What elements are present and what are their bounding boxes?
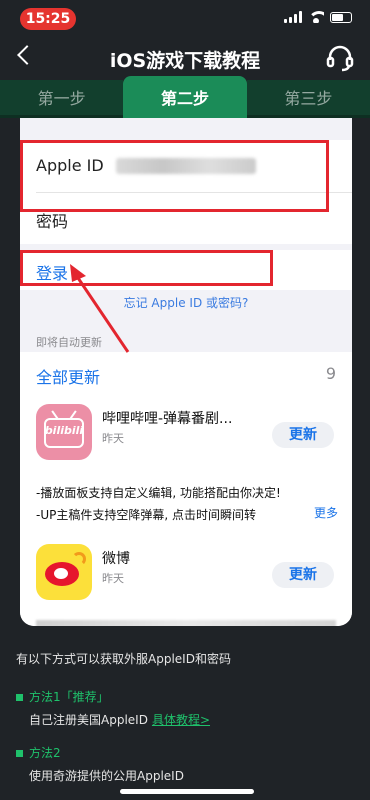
update-all-label: 全部更新 <box>36 368 101 387</box>
battery-icon <box>330 12 352 23</box>
signal-icon <box>284 11 302 23</box>
credentials-highlight <box>20 140 329 212</box>
wifi-icon <box>308 11 324 23</box>
bullet-icon <box>16 694 23 701</box>
headset-icon[interactable] <box>324 42 356 74</box>
app-date: 昨天 <box>102 572 124 585</box>
tutorial-link[interactable]: 具体教程> <box>152 713 210 727</box>
method-1: 方法1「推荐」 自己注册美国AppleID 具体教程> <box>16 688 356 728</box>
more-link: 更多 <box>309 504 338 521</box>
bilibili-icon: bilibili <box>36 404 92 460</box>
nav-bar: iOS游戏下载教程 <box>0 40 370 80</box>
status-bar: 15:25 <box>0 0 370 36</box>
release-note-line: -UP主稿件支持空降弹幕, 点击时间瞬间转 <box>36 508 256 522</box>
app-name: 哔哩哔哩-弹幕番剧... <box>102 411 233 427</box>
app-date: 昨天 <box>102 432 124 445</box>
cropped-text <box>36 620 336 626</box>
update-button: 更新 <box>272 422 334 448</box>
update-button: 更新 <box>272 562 334 588</box>
auto-update-label: 即将自动更新 <box>36 336 102 349</box>
tab-step-3[interactable]: 第三步 <box>246 80 370 118</box>
updates-section: 全部更新 9 bilibili 哔哩哔哩-弹幕番剧... 昨天 更新 -播放面板… <box>20 352 352 626</box>
tab-step-1[interactable]: 第一步 <box>0 80 124 118</box>
release-notes: -播放面板支持自定义编辑, 功能搭配由你决定! -UP主稿件支持空降弹幕, 点击… <box>36 482 340 526</box>
update-count: 9 <box>325 364 336 383</box>
weibo-icon <box>36 544 92 600</box>
page-title: iOS游戏下载教程 <box>109 50 261 72</box>
method-desc: 使用奇游提供的公用AppleID <box>29 769 184 783</box>
tab-step-2[interactable]: 第二步 <box>123 76 247 118</box>
method-title: 方法1「推荐」 <box>29 690 109 704</box>
status-time: 15:25 <box>20 8 76 30</box>
step-tabs: 第一步 第二步 第三步 <box>0 76 370 118</box>
app-name: 微博 <box>102 551 130 567</box>
release-note-line: -播放面板支持自定义编辑, 功能搭配由你决定! <box>36 486 281 500</box>
home-indicator[interactable] <box>120 789 254 794</box>
bullet-icon <box>16 750 23 757</box>
login-highlight <box>20 250 273 286</box>
status-icons <box>284 11 352 23</box>
info-intro: 有以下方式可以获取外服AppleID和密码 <box>16 652 231 666</box>
forgot-link: 忘记 Apple ID 或密码? <box>123 296 249 310</box>
method-desc: 自己注册美国AppleID <box>29 713 148 727</box>
method-2: 方法2 使用奇游提供的公用AppleID <box>16 744 356 784</box>
method-title: 方法2 <box>29 746 61 760</box>
